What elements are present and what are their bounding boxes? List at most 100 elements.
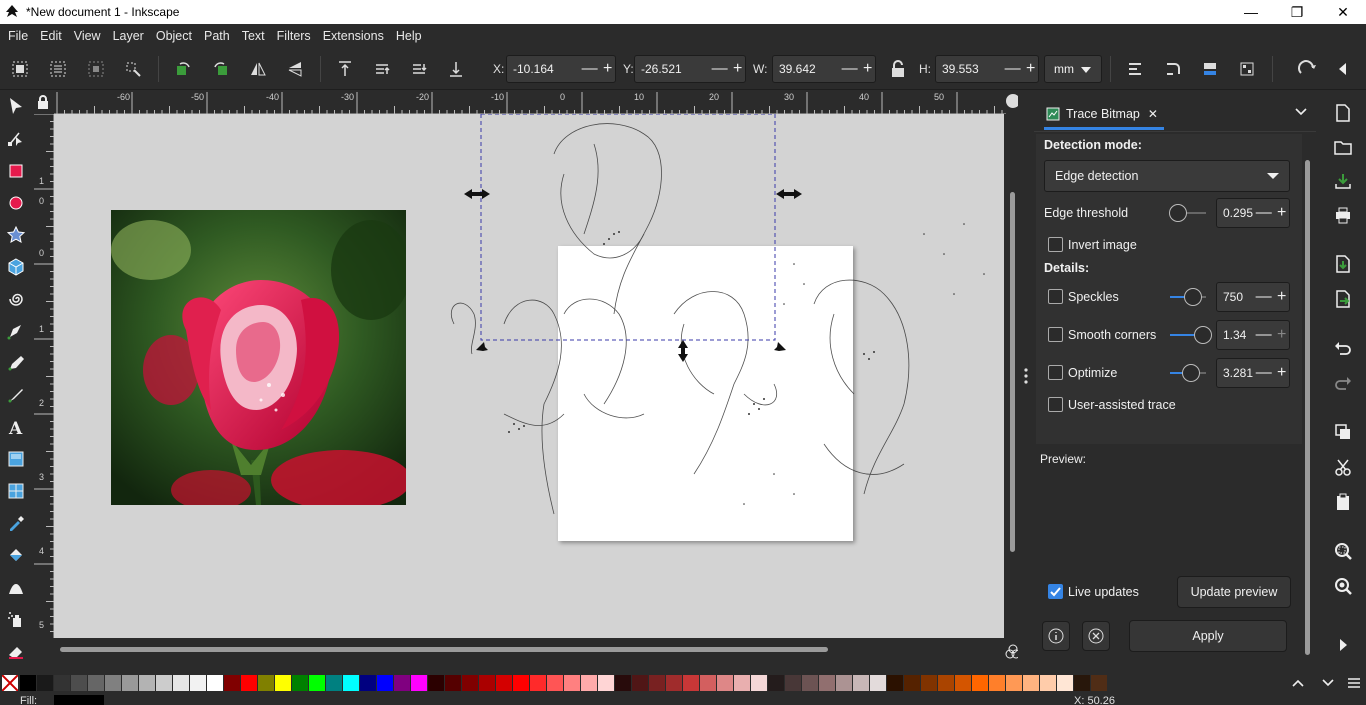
palette-swatch[interactable]	[853, 675, 870, 691]
palette-swatch[interactable]	[377, 675, 394, 691]
slider-knob[interactable]	[1184, 288, 1202, 306]
palette-swatch[interactable]	[411, 675, 428, 691]
menu-extensions[interactable]: Extensions	[317, 24, 390, 48]
zoom-selection-icon[interactable]	[1332, 540, 1354, 562]
palette-swatch[interactable]	[1006, 675, 1023, 691]
minus-icon[interactable]: —	[842, 60, 858, 78]
palette-swatch[interactable]	[785, 675, 802, 691]
palette-swatch[interactable]	[547, 675, 564, 691]
palette-swatch[interactable]	[802, 675, 819, 691]
menu-filters[interactable]: Filters	[271, 24, 317, 48]
save-icon[interactable]	[1332, 170, 1354, 192]
plus-icon[interactable]: +	[863, 60, 872, 78]
print-icon[interactable]	[1332, 204, 1354, 226]
palette-swatch[interactable]	[20, 675, 37, 691]
import-icon[interactable]	[1332, 253, 1354, 275]
paint-bucket-tool-icon[interactable]	[5, 544, 27, 566]
dock-resize-handle[interactable]	[1018, 90, 1034, 660]
palette-swatch[interactable]	[292, 675, 309, 691]
palette-swatch[interactable]	[207, 675, 224, 691]
eraser-tool-icon[interactable]	[5, 640, 27, 662]
hamburger-menu-icon[interactable]	[1340, 673, 1366, 693]
palette-swatch[interactable]	[1091, 675, 1108, 691]
palette-swatch[interactable]	[224, 675, 241, 691]
lock-icon[interactable]	[887, 58, 909, 80]
palette-swatch[interactable]	[870, 675, 887, 691]
tab-trace-bitmap[interactable]: Trace Bitmap ✕	[1044, 100, 1164, 130]
close-button[interactable]: ✕	[1320, 0, 1366, 24]
slider-knob[interactable]	[1169, 204, 1188, 222]
deselect-icon[interactable]	[85, 58, 107, 80]
apply-button[interactable]: Apply	[1129, 620, 1287, 652]
palette-swatch[interactable]	[37, 675, 54, 691]
open-document-icon[interactable]	[1332, 136, 1354, 158]
palette-swatch[interactable]	[734, 675, 751, 691]
palette-swatch[interactable]	[428, 675, 445, 691]
palette-swatch[interactable]	[122, 675, 139, 691]
scroll-thumb[interactable]	[1305, 160, 1310, 655]
transform-gradients-icon[interactable]	[1199, 58, 1221, 80]
palette-swatch[interactable]	[972, 675, 989, 691]
spiral-tool-icon[interactable]	[5, 288, 27, 310]
undo-icon[interactable]	[1332, 337, 1354, 359]
minus-icon[interactable]: —	[1256, 326, 1272, 344]
touch-select-icon[interactable]	[122, 58, 144, 80]
tab-close-icon[interactable]: ✕	[1148, 107, 1158, 121]
pen-tool-icon[interactable]	[5, 320, 27, 342]
palette-swatch[interactable]	[666, 675, 683, 691]
spray-tool-icon[interactable]	[5, 608, 27, 630]
minus-icon[interactable]: —	[1256, 288, 1272, 306]
drawing-canvas[interactable]	[54, 114, 1004, 638]
new-document-icon[interactable]	[1332, 102, 1354, 124]
rectangle-tool-icon[interactable]	[5, 160, 27, 182]
export-icon[interactable]	[1332, 288, 1354, 310]
palette-swatch[interactable]	[513, 675, 530, 691]
select-all-layers-icon[interactable]	[47, 58, 69, 80]
palette-swatch[interactable]	[1023, 675, 1040, 691]
invert-image-checkbox[interactable]	[1048, 237, 1063, 252]
palette-swatch[interactable]	[1057, 675, 1074, 691]
palette-swatch[interactable]	[71, 675, 88, 691]
paste-icon[interactable]	[1332, 491, 1354, 513]
optimize-slider[interactable]	[1170, 363, 1206, 383]
menu-edit[interactable]: Edit	[34, 24, 68, 48]
speckles-spin[interactable]: 750 — +	[1216, 282, 1290, 312]
lower-to-bottom-icon[interactable]	[445, 58, 467, 80]
rotate-ccw-icon[interactable]	[172, 58, 194, 80]
plus-icon[interactable]: +	[733, 60, 742, 78]
minus-icon[interactable]: —	[582, 60, 598, 78]
palette-swatch[interactable]	[139, 675, 156, 691]
user-assisted-checkbox[interactable]	[1048, 397, 1063, 412]
lower-icon[interactable]	[408, 58, 430, 80]
rotate-cw-icon[interactable]	[210, 58, 232, 80]
raise-icon[interactable]	[371, 58, 393, 80]
palette-swatch[interactable]	[530, 675, 547, 691]
palette-swatch[interactable]	[496, 675, 513, 691]
optimize-checkbox[interactable]	[1048, 365, 1063, 380]
star-tool-icon[interactable]	[5, 224, 27, 246]
update-preview-button[interactable]: Update preview	[1177, 576, 1291, 608]
3d-box-tool-icon[interactable]	[5, 256, 27, 278]
palette-swatch[interactable]	[54, 675, 71, 691]
scale-corners-icon[interactable]	[1162, 58, 1184, 80]
detection-mode-select[interactable]: Edge detection	[1044, 160, 1290, 192]
no-paint-swatch[interactable]	[2, 675, 18, 691]
palette-swatch[interactable]	[394, 675, 411, 691]
palette-swatch[interactable]	[173, 675, 190, 691]
menu-layer[interactable]: Layer	[107, 24, 150, 48]
h-field[interactable]: 39.553 — +	[935, 55, 1039, 83]
palette-swatch[interactable]	[632, 675, 649, 691]
palette-swatch[interactable]	[921, 675, 938, 691]
canvas-vertical-scrollbar[interactable]	[1008, 114, 1018, 638]
palette-swatch[interactable]	[190, 675, 207, 691]
palette-swatch[interactable]	[105, 675, 122, 691]
palette-swatch[interactable]	[88, 675, 105, 691]
speckles-checkbox[interactable]	[1048, 289, 1063, 304]
node-tool-icon[interactable]	[5, 127, 27, 149]
x-field[interactable]: -10.164 — +	[506, 55, 616, 83]
palette-swatch[interactable]	[241, 675, 258, 691]
calligraphy-tool-icon[interactable]	[5, 384, 27, 406]
palette-swatch[interactable]	[462, 675, 479, 691]
plus-icon[interactable]: +	[1277, 204, 1286, 222]
palette-swatch[interactable]	[1074, 675, 1091, 691]
